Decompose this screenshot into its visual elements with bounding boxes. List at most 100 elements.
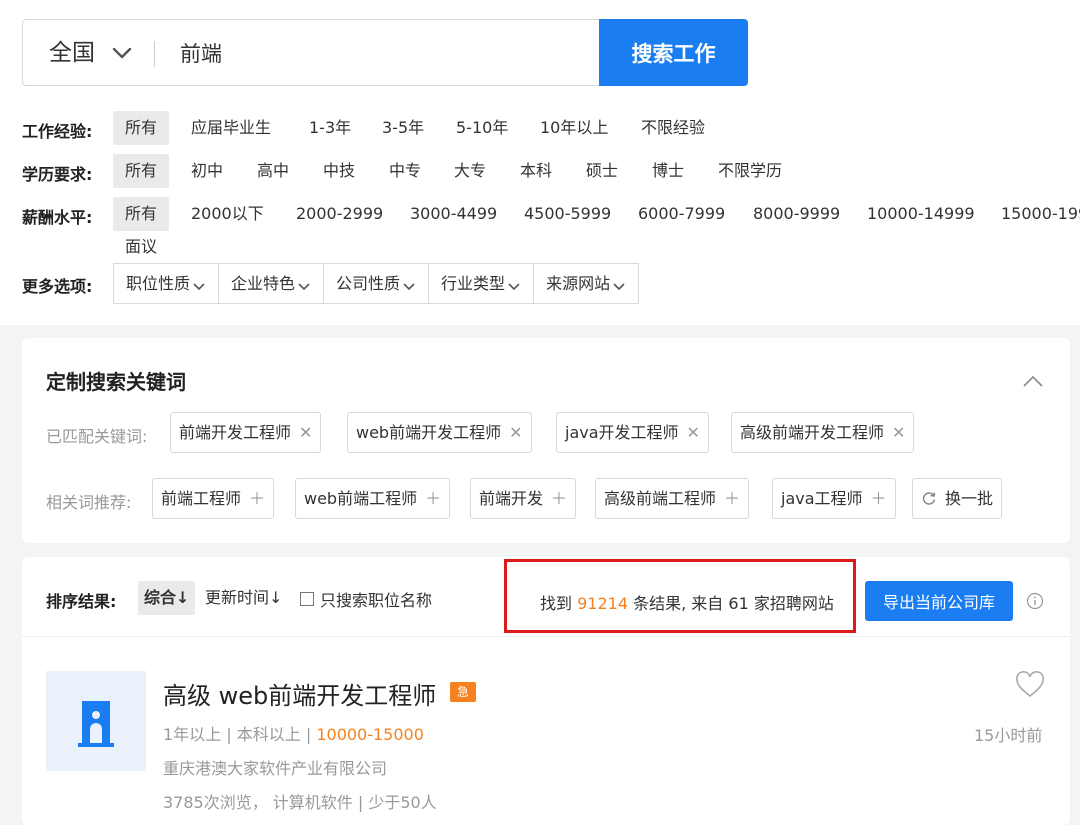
refresh-keywords-button[interactable]: 换一批 (912, 478, 1003, 519)
job-type-dropdown[interactable]: 职位性质 (114, 264, 220, 303)
checkbox-label: 只搜索职位名称 (320, 591, 433, 610)
education-option[interactable]: 博士 (652, 154, 684, 188)
salary-option[interactable]: 6000-7999 (638, 197, 725, 231)
plus-icon[interactable]: ＋ (249, 489, 265, 508)
salary-option[interactable]: 3000-4499 (410, 197, 497, 231)
salary-range: 10000-15000 (316, 725, 424, 744)
chip-label: 前端开发 (479, 489, 544, 508)
salary-option[interactable]: 8000-9999 (753, 197, 840, 231)
posted-time: 15小时前 (974, 726, 1043, 745)
salary-option[interactable]: 15000-19999 (1001, 197, 1080, 231)
close-icon[interactable]: ✕ (892, 423, 905, 442)
experience-option[interactable]: 1-3年 (309, 111, 351, 145)
salary-filter-row: 薪酬水平: 所有 2000以下 2000-2999 3000-4499 4500… (22, 197, 1080, 261)
salary-option-all[interactable]: 所有 (113, 197, 170, 231)
plus-icon[interactable]: ＋ (871, 489, 887, 508)
chevron-down-icon (298, 282, 310, 290)
more-options-dropdowns: 职位性质 企业特色 公司性质 行业类型 来源网站 (113, 263, 640, 304)
chevron-down-icon (193, 282, 205, 290)
chevron-down-icon[interactable] (111, 42, 133, 64)
info-icon[interactable] (1026, 592, 1044, 610)
salary-filter-label: 薪酬水平: (22, 208, 93, 227)
source-site-dropdown[interactable]: 来源网站 (534, 264, 638, 303)
sort-option-comprehensive[interactable]: 综合↓ (138, 581, 196, 615)
result-summary-highlight: 找到 91214 条结果, 来自 61 家招聘网站 (504, 559, 856, 633)
matched-keyword-chip[interactable]: 高级前端开发工程师 ✕ (731, 412, 915, 453)
title-only-checkbox[interactable]: 只搜索职位名称 (300, 587, 432, 611)
related-keyword-chip[interactable]: java工程师 ＋ (772, 478, 896, 519)
salary-option[interactable]: 10000-14999 (867, 197, 975, 231)
job-title[interactable]: 高级 web前端开发工程师 (163, 676, 436, 711)
checkbox[interactable] (300, 592, 314, 606)
dropdown-label: 企业特色 (231, 274, 296, 293)
related-keyword-chip[interactable]: 高级前端工程师 ＋ (595, 478, 750, 519)
search-filter-panel: 全国 搜索工作 工作经验: 所有 应届毕业生 1-3年 3-5年 5-10年 1… (0, 0, 1080, 325)
refresh-icon (922, 492, 936, 505)
building-icon (78, 701, 114, 747)
chip-label: web前端开发工程师 (356, 423, 502, 442)
close-icon[interactable]: ✕ (687, 423, 700, 442)
salary-option[interactable]: 2000-2999 (296, 197, 383, 231)
plus-icon[interactable]: ＋ (551, 489, 567, 508)
matched-keywords-label: 已匹配关键词: (46, 427, 148, 446)
experience-option-all[interactable]: 所有 (113, 111, 170, 145)
matched-keyword-chip[interactable]: 前端开发工程师 ✕ (170, 412, 322, 453)
results-card: 排序结果: 综合↓ 更新时间↓ 只搜索职位名称 找到 91214 条结果, 来自… (22, 557, 1070, 825)
summary-suffix: 家招聘网站 (753, 594, 834, 613)
chevron-up-icon[interactable] (1022, 374, 1044, 388)
industry-dropdown[interactable]: 行业类型 (429, 264, 535, 303)
chevron-down-icon (508, 282, 520, 290)
heart-icon[interactable] (1015, 671, 1045, 699)
company-logo (46, 671, 146, 771)
education-option[interactable]: 硕士 (586, 154, 618, 188)
search-jobs-button[interactable]: 搜索工作 (599, 19, 748, 86)
education-option[interactable]: 初中 (191, 154, 223, 188)
education-filter-label: 学历要求: (22, 165, 93, 184)
dropdown-label: 职位性质 (126, 274, 191, 293)
city-selector[interactable]: 全国 (49, 38, 95, 68)
matched-keyword-chip[interactable]: java开发工程师 ✕ (556, 412, 709, 453)
company-name[interactable]: 重庆港澳大家软件产业有限公司 (163, 755, 387, 779)
matched-keyword-chip[interactable]: web前端开发工程师 ✕ (347, 412, 532, 453)
experience-option[interactable]: 不限经验 (641, 111, 705, 145)
close-icon[interactable]: ✕ (509, 423, 522, 442)
company-type-dropdown[interactable]: 公司性质 (324, 264, 430, 303)
dropdown-label: 行业类型 (441, 274, 506, 293)
plus-icon[interactable]: ＋ (425, 489, 441, 508)
sort-option-update-time[interactable]: 更新时间↓ (205, 581, 282, 615)
custom-keywords-title: 定制搜索关键词 (46, 370, 186, 394)
experience-option[interactable]: 3-5年 (382, 111, 424, 145)
result-count: 91214 (577, 594, 629, 613)
search-divider (154, 41, 155, 67)
job-list-item[interactable]: 高级 web前端开发工程师 急 1年以上 | 本科以上 | 10000-1500… (22, 637, 1070, 825)
experience-filter-label: 工作经验: (22, 122, 93, 141)
education-option[interactable]: 大专 (454, 154, 486, 188)
related-keyword-chip[interactable]: web前端工程师 ＋ (295, 478, 451, 519)
chip-label: 高级前端开发工程师 (740, 423, 885, 442)
education-option[interactable]: 不限学历 (718, 154, 782, 188)
export-company-button[interactable]: 导出当前公司库 (865, 581, 1013, 621)
education-option-all[interactable]: 所有 (113, 154, 170, 188)
company-feature-dropdown[interactable]: 企业特色 (219, 264, 325, 303)
education-option[interactable]: 高中 (257, 154, 289, 188)
experience-filter-row: 工作经验: 所有 应届毕业生 1-3年 3-5年 5-10年 10年以上 不限经… (22, 111, 1080, 145)
chevron-down-icon (403, 282, 415, 290)
education-option[interactable]: 中技 (323, 154, 355, 188)
dropdown-label: 来源网站 (546, 274, 611, 293)
requirements-text: 1年以上 | 本科以上 | (163, 725, 312, 744)
education-option[interactable]: 中专 (389, 154, 421, 188)
experience-option[interactable]: 应届毕业生 (191, 111, 271, 145)
education-option[interactable]: 本科 (520, 154, 552, 188)
salary-option[interactable]: 2000以下 (191, 197, 264, 231)
experience-option[interactable]: 5-10年 (456, 111, 508, 145)
related-keyword-chip[interactable]: 前端工程师 ＋ (152, 478, 275, 519)
keyword-input[interactable] (180, 36, 590, 70)
dropdown-label: 公司性质 (336, 274, 401, 293)
salary-option[interactable]: 面议 (125, 230, 157, 261)
salary-option[interactable]: 4500-5999 (524, 197, 611, 231)
chip-label: 前端工程师 (161, 489, 242, 508)
related-keyword-chip[interactable]: 前端开发 ＋ (470, 478, 577, 519)
plus-icon[interactable]: ＋ (724, 489, 740, 508)
close-icon[interactable]: ✕ (299, 423, 312, 442)
experience-option[interactable]: 10年以上 (540, 111, 608, 145)
